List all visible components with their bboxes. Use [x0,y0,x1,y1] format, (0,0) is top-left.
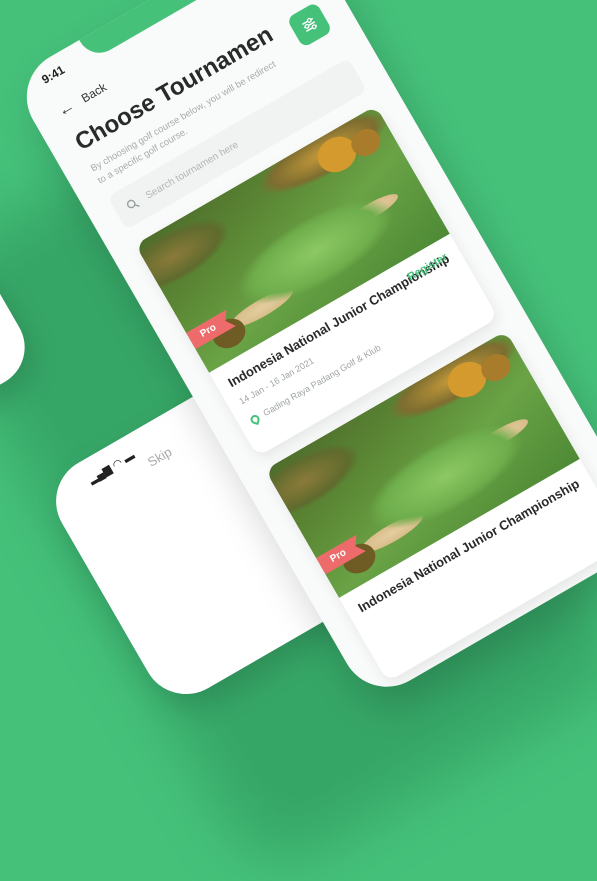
filter-button[interactable] [286,1,333,49]
back-label: Back [78,79,109,106]
location-pin-icon [249,413,261,425]
sliders-icon [301,17,318,32]
status-icons: ▂▄▆ ◠ ▬ [86,449,138,486]
search-icon [126,199,140,209]
skip-button[interactable]: Skip [145,444,174,470]
arrow-left-icon: ← [54,95,79,121]
golf-course-image: Pro [135,105,450,373]
status-time: 9:41 [39,62,68,87]
